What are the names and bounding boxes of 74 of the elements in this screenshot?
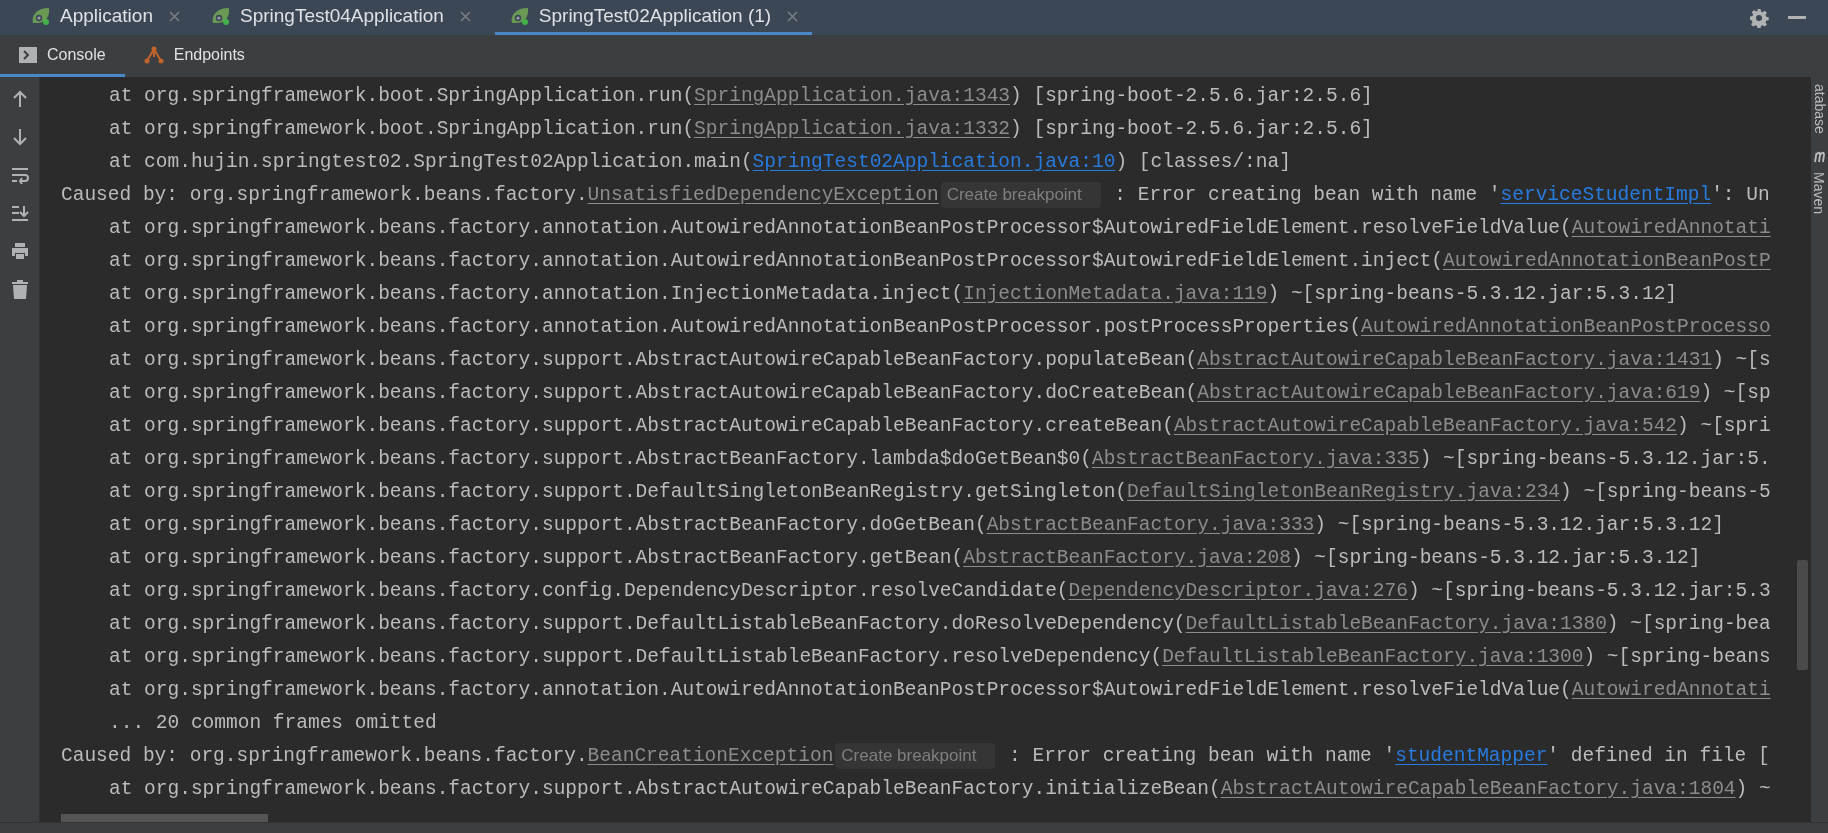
stack-trace-line: at org.springframework.beans.factory.support.DefaultSingletonBeanRegistry.getSingleton(DefaultSingletonBeanRegistry.java:234) ~[spring-beans-5: [109, 481, 1771, 503]
stack-trace-line: at org.springframework.boot.SpringApplication.run(SpringApplication.java:1332) [spring-boot-2.5.6.jar:2.5.6]: [109, 118, 1373, 140]
tab-label: SpringTest04Application: [239, 3, 444, 28]
terminal-icon: [19, 46, 37, 63]
endpoints-icon: [143, 44, 164, 65]
source-link[interactable]: AbstractBeanFactory.java:335: [1091, 448, 1420, 470]
tab-label: SpringTest02Application (1): [538, 3, 772, 28]
up-arrow-icon[interactable]: [11, 90, 28, 108]
stack-trace-line: at org.springframework.boot.SpringApplication.run(SpringApplication.java:1343) [spring-boot-2.5.6.jar:2.5.6]: [109, 85, 1373, 107]
source-link[interactable]: AbstractAutowireCapableBeanFactory.java:542: [1173, 415, 1678, 437]
source-link[interactable]: AutowiredAnnotati: [1571, 217, 1771, 239]
source-link[interactable]: InjectionMetadata.java:119: [963, 283, 1268, 305]
close-icon[interactable]: [459, 10, 471, 22]
stack-trace-line: at org.springframework.beans.factory.annotation.InjectionMetadata.inject(InjectionMetadata.java:119) ~[spring-beans-5.3.12.jar:5.3.12]: [109, 283, 1678, 305]
database-panel-tab[interactable]: atabase: [1811, 77, 1828, 141]
stack-trace-line: at com.hujin.springtest02.SpringTest02Application.main(SpringTest02Application.java:10) [classes/:na]: [109, 151, 1291, 173]
maven-icon: [1812, 151, 1827, 163]
source-link[interactable]: studentMapper: [1395, 745, 1548, 767]
source-link[interactable]: AutowiredAnnotationBeanPostProcesso: [1361, 316, 1771, 338]
run-tab[interactable]: Application: [24, 0, 186, 35]
spring-leaf-icon: [30, 6, 52, 26]
source-link[interactable]: DefaultListableBeanFactory.java:1380: [1185, 613, 1607, 635]
source-link[interactable]: AbstractAutowireCapableBeanFactory.java:1431: [1197, 349, 1713, 371]
stack-trace-line: at org.springframework.beans.factory.support.AbstractAutowireCapableBeanFactory.initializeBean(AbstractAutowireCapableBeanFactory.java:1804) ~: [109, 778, 1771, 800]
close-icon[interactable]: [168, 10, 180, 22]
source-link[interactable]: AutowiredAnnotati: [1571, 679, 1771, 701]
source-link[interactable]: SpringApplication.java:1332: [694, 118, 1011, 140]
tool-tab[interactable]: Endpoints: [124, 35, 264, 77]
maven-panel-tab[interactable]: Maven: [1811, 165, 1828, 221]
stack-trace-line: at org.springframework.beans.factory.support.AbstractBeanFactory.doGetBean(AbstractBeanFactory.java:333) ~[spring-beans-5.3.12.jar:5.3.12]: [109, 514, 1724, 536]
source-link[interactable]: DefaultListableBeanFactory.java:1300: [1162, 646, 1584, 668]
close-icon[interactable]: [787, 10, 799, 22]
down-arrow-icon[interactable]: [11, 128, 28, 146]
create-breakpoint-hint[interactable]: Create breakpoint: [835, 742, 996, 769]
source-link[interactable]: DefaultSingletonBeanRegistry.java:234: [1127, 481, 1561, 503]
stack-trace-line: at org.springframework.beans.factory.annotation.AutowiredAnnotationBeanPostProcessor.postProcessProperties(AutowiredAnnotationBeanPostProcesso: [109, 316, 1771, 338]
source-link[interactable]: BeanCreationException: [587, 745, 834, 767]
stack-trace-line: at org.springframework.beans.factory.support.AbstractAutowireCapableBeanFactory.createBean(AbstractAutowireCapableBeanFactory.java:542) ~[spri: [109, 415, 1771, 437]
stack-trace-line: at org.springframework.beans.factory.support.AbstractAutowireCapableBeanFactory.doCreateBean(AbstractAutowireCapableBeanFactory.java:619) ~[sp: [109, 382, 1771, 404]
tab-label: Endpoints: [173, 44, 245, 65]
scroll-to-end-icon[interactable]: [10, 204, 29, 222]
run-tab[interactable]: SpringTest04Application: [203, 0, 477, 35]
source-link[interactable]: AbstractAutowireCapableBeanFactory.java:1804: [1220, 778, 1736, 800]
vertical-scrollbar-thumb[interactable]: [1797, 560, 1808, 670]
exception-line: Caused by: org.springframework.beans.factory.UnsatisfiedDependencyException Create breakpoint : Error creating bean with name 'serviceStudentImpl': Un: [61, 184, 1770, 206]
source-link[interactable]: AbstractBeanFactory.java:208: [963, 547, 1291, 569]
source-link[interactable]: AbstractBeanFactory.java:333: [986, 514, 1315, 536]
tab-label: Application: [60, 3, 153, 28]
source-link[interactable]: serviceStudentImpl: [1500, 184, 1712, 206]
stack-trace-line: at org.springframework.beans.factory.support.AbstractBeanFactory.lambda$doGetBean$0(AbstractBeanFactory.java:335) ~[spring-beans-5.3.12.jar:5.: [109, 448, 1771, 470]
stack-trace-line: at org.springframework.beans.factory.annotation.AutowiredAnnotationBeanPostProcessor$AutowiredFieldElement.resolveFieldValue(AutowiredAnnotati: [109, 217, 1771, 239]
stack-trace-line: at org.springframework.beans.factory.support.DefaultListableBeanFactory.doResolveDependency(DefaultListableBeanFactory.java:1380) ~[spring-bea: [109, 613, 1771, 635]
source-link[interactable]: DependencyDescriptor.java:276: [1068, 580, 1408, 602]
settings-icon[interactable]: [1749, 7, 1769, 28]
stack-trace-line: at org.springframework.beans.factory.support.AbstractBeanFactory.getBean(AbstractBeanFactory.java:208) ~[spring-beans-5.3.12.jar:5.3.12]: [109, 547, 1701, 569]
horizontal-scrollbar-thumb[interactable]: [61, 814, 268, 822]
stack-trace-line: at org.springframework.beans.factory.support.DefaultListableBeanFactory.resolveDependency(DefaultListableBeanFactory.java:1300) ~[spring-beans: [109, 646, 1771, 668]
print-icon[interactable]: [10, 242, 29, 260]
stack-trace-line: at org.springframework.beans.factory.support.AbstractAutowireCapableBeanFactory.populateBean(AbstractAutowireCapableBeanFactory.java:1431) ~[s: [109, 349, 1771, 371]
minimize-icon[interactable]: [1788, 15, 1806, 20]
tab-label: Console: [47, 44, 106, 65]
source-link[interactable]: AbstractAutowireCapableBeanFactory.java:619: [1197, 382, 1701, 404]
trash-icon[interactable]: [11, 280, 28, 299]
source-link[interactable]: SpringApplication.java:1343: [694, 85, 1011, 107]
exception-line: Caused by: org.springframework.beans.factory.BeanCreationException Create breakpoint : Error creating bean with name 'studentMapper' defined in file [: [61, 745, 1770, 767]
stack-trace-line: ... 20 common frames omitted: [109, 712, 437, 734]
source-link[interactable]: SpringTest02Application.java:10: [752, 151, 1116, 173]
create-breakpoint-hint[interactable]: Create breakpoint: [940, 181, 1101, 208]
stack-trace-line: at org.springframework.beans.factory.config.DependencyDescriptor.resolveCandidate(DependencyDescriptor.java:276) ~[spring-beans-5.3.12.jar:5.3: [109, 580, 1771, 602]
stack-trace-line: at org.springframework.beans.factory.annotation.AutowiredAnnotationBeanPostProcessor$AutowiredFieldElement.resolveFieldValue(AutowiredAnnotati: [109, 679, 1771, 701]
soft-wrap-icon[interactable]: [10, 166, 29, 184]
source-link[interactable]: AutowiredAnnotationBeanPostP: [1443, 250, 1771, 272]
stack-trace-line: at org.springframework.beans.factory.annotation.AutowiredAnnotationBeanPostProcessor$AutowiredFieldElement.inject(AutowiredAnnotationBeanPostP: [109, 250, 1771, 272]
source-link[interactable]: UnsatisfiedDependencyException: [587, 184, 939, 206]
